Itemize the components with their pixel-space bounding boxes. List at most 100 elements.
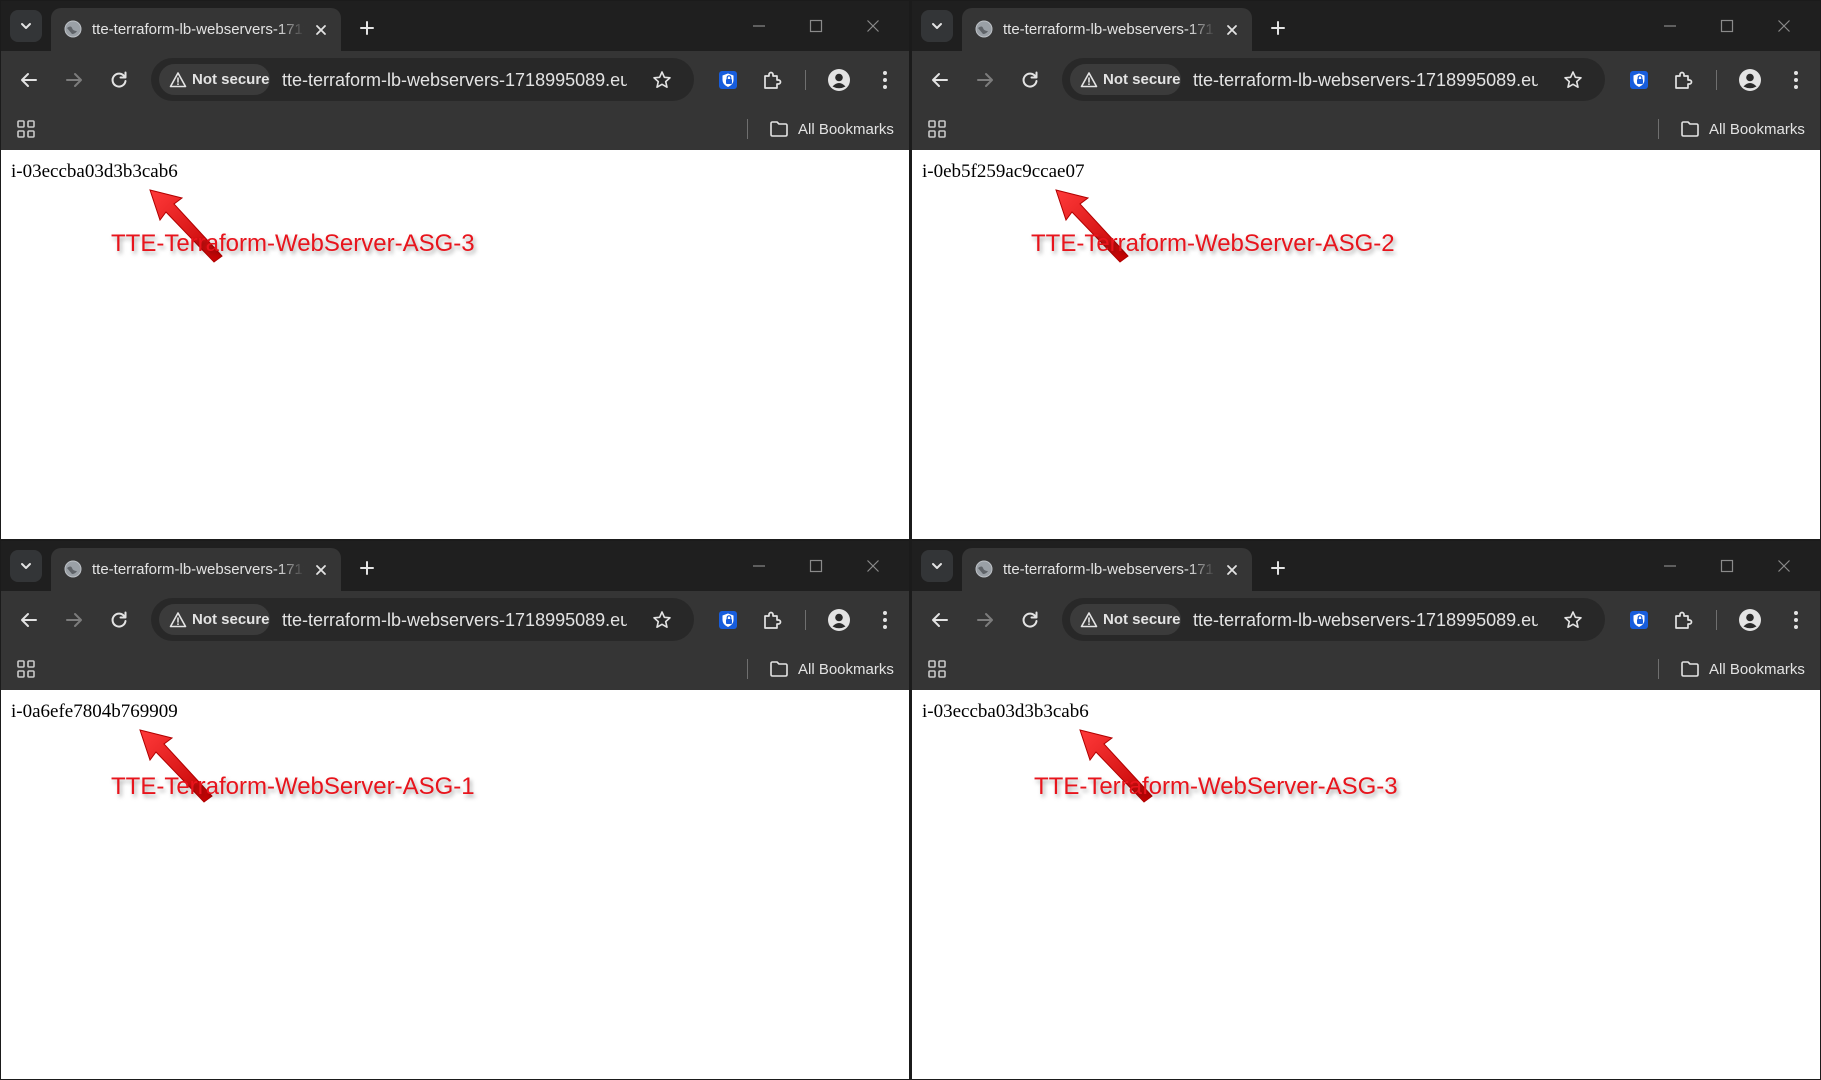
tab-close-button[interactable] (1223, 21, 1241, 39)
security-chip[interactable]: Not secure (1070, 64, 1181, 95)
forward-button[interactable] (970, 605, 1000, 635)
maximize-icon (1720, 19, 1734, 33)
reload-button[interactable] (1015, 65, 1045, 95)
person-icon (828, 609, 850, 631)
apps-button[interactable] (925, 117, 949, 141)
address-bar[interactable]: Not secure tte-terraform-lb-webservers-1… (1062, 598, 1605, 641)
arrow-left-icon (21, 613, 37, 627)
browser-window-1: tte-terraform-lb-webservers-1718995089.e… (0, 0, 910, 540)
bookmark-star-button[interactable] (650, 68, 674, 92)
navigation-toolbar: Not secure tte-terraform-lb-webservers-1… (1, 51, 909, 108)
browser-tab[interactable]: tte-terraform-lb-webservers-1718995089.e… (962, 548, 1252, 591)
bookmark-star-button[interactable] (650, 608, 674, 632)
browser-tab[interactable]: tte-terraform-lb-webservers-1718995089.e… (51, 8, 341, 51)
forward-button[interactable] (970, 65, 1000, 95)
url-text[interactable]: tte-terraform-lb-webservers-1718995089.e… (1193, 609, 1538, 631)
address-bar[interactable]: Not secure tte-terraform-lb-webservers-1… (151, 598, 694, 641)
all-bookmarks-label: All Bookmarks (1709, 120, 1805, 138)
address-bar[interactable]: Not secure tte-terraform-lb-webservers-1… (151, 58, 694, 101)
bookmark-star-button[interactable] (1561, 608, 1585, 632)
apps-button[interactable] (14, 657, 38, 681)
tab-search-button[interactable] (921, 550, 953, 582)
all-bookmarks-button[interactable]: All Bookmarks (769, 116, 894, 142)
url-text[interactable]: tte-terraform-lb-webservers-1718995089.e… (282, 609, 627, 631)
globe-icon (64, 560, 82, 578)
reload-button[interactable] (1015, 605, 1045, 635)
chevron-down-icon (932, 23, 942, 29)
tab-search-button[interactable] (10, 550, 42, 582)
minimize-icon (1664, 565, 1676, 567)
instance-id-text: i-0a6efe7804b769909 (11, 701, 178, 722)
bookmark-star-button[interactable] (1561, 68, 1585, 92)
security-chip[interactable]: Not secure (159, 604, 270, 635)
profile-button[interactable] (824, 65, 854, 95)
url-text[interactable]: tte-terraform-lb-webservers-1718995089.e… (282, 69, 627, 91)
all-bookmarks-button[interactable]: All Bookmarks (1680, 116, 1805, 142)
apps-button[interactable] (925, 657, 949, 681)
tab-close-button[interactable] (1223, 561, 1241, 579)
close-icon (316, 25, 326, 35)
security-chip[interactable]: Not secure (1070, 604, 1181, 635)
browser-menu-button[interactable] (1781, 65, 1811, 95)
reload-button[interactable] (104, 605, 134, 635)
minimize-button[interactable] (1656, 13, 1684, 39)
new-tab-button[interactable] (1264, 14, 1292, 42)
back-button[interactable] (14, 605, 44, 635)
extensions-button[interactable] (1668, 605, 1698, 635)
annotation-label: TTE-Terraform-WebServer-ASG-2 (1031, 230, 1395, 257)
extensions-button[interactable] (757, 605, 787, 635)
profile-button[interactable] (1735, 605, 1765, 635)
browser-menu-button[interactable] (870, 65, 900, 95)
browser-menu-button[interactable] (1781, 605, 1811, 635)
back-button[interactable] (925, 605, 955, 635)
forward-button[interactable] (59, 605, 89, 635)
maximize-button[interactable] (802, 553, 830, 579)
window-close-button[interactable] (859, 553, 887, 579)
new-tab-button[interactable] (1264, 554, 1292, 582)
tab-title: tte-terraform-lb-webservers-1718995089.e… (92, 19, 304, 41)
profile-button[interactable] (1735, 65, 1765, 95)
extensions-button[interactable] (1668, 65, 1698, 95)
minimize-button[interactable] (1656, 553, 1684, 579)
reload-button[interactable] (104, 65, 134, 95)
tab-title: tte-terraform-lb-webservers-1718995089.e… (1003, 19, 1215, 41)
extensions-button[interactable] (757, 65, 787, 95)
minimize-button[interactable] (745, 13, 773, 39)
tab-close-button[interactable] (312, 561, 330, 579)
apps-grid-icon (928, 120, 946, 138)
maximize-button[interactable] (1713, 553, 1741, 579)
window-close-button[interactable] (1770, 13, 1798, 39)
extension-button[interactable] (713, 605, 743, 635)
all-bookmarks-button[interactable]: All Bookmarks (769, 656, 894, 682)
address-bar[interactable]: Not secure tte-terraform-lb-webservers-1… (1062, 58, 1605, 101)
minimize-icon (753, 565, 765, 567)
extension-button[interactable] (713, 65, 743, 95)
reload-icon (111, 71, 127, 88)
minimize-button[interactable] (745, 553, 773, 579)
profile-button[interactable] (824, 605, 854, 635)
back-button[interactable] (14, 65, 44, 95)
close-icon (1778, 20, 1790, 32)
browser-menu-button[interactable] (870, 605, 900, 635)
new-tab-button[interactable] (353, 14, 381, 42)
new-tab-button[interactable] (353, 554, 381, 582)
security-chip[interactable]: Not secure (159, 64, 270, 95)
security-chip-label: Not secure (192, 71, 270, 88)
url-text[interactable]: tte-terraform-lb-webservers-1718995089.e… (1193, 69, 1538, 91)
all-bookmarks-button[interactable]: All Bookmarks (1680, 656, 1805, 682)
window-close-button[interactable] (1770, 553, 1798, 579)
maximize-button[interactable] (802, 13, 830, 39)
back-button[interactable] (925, 65, 955, 95)
extension-button[interactable] (1624, 65, 1654, 95)
browser-tab[interactable]: tte-terraform-lb-webservers-1718995089.e… (962, 8, 1252, 51)
apps-button[interactable] (14, 117, 38, 141)
browser-tab[interactable]: tte-terraform-lb-webservers-1718995089.e… (51, 548, 341, 591)
maximize-button[interactable] (1713, 13, 1741, 39)
extension-button[interactable] (1624, 605, 1654, 635)
tab-close-button[interactable] (312, 21, 330, 39)
tab-search-button[interactable] (10, 10, 42, 42)
window-close-button[interactable] (859, 13, 887, 39)
tab-search-button[interactable] (921, 10, 953, 42)
forward-button[interactable] (59, 65, 89, 95)
apps-grid-icon (17, 660, 35, 678)
